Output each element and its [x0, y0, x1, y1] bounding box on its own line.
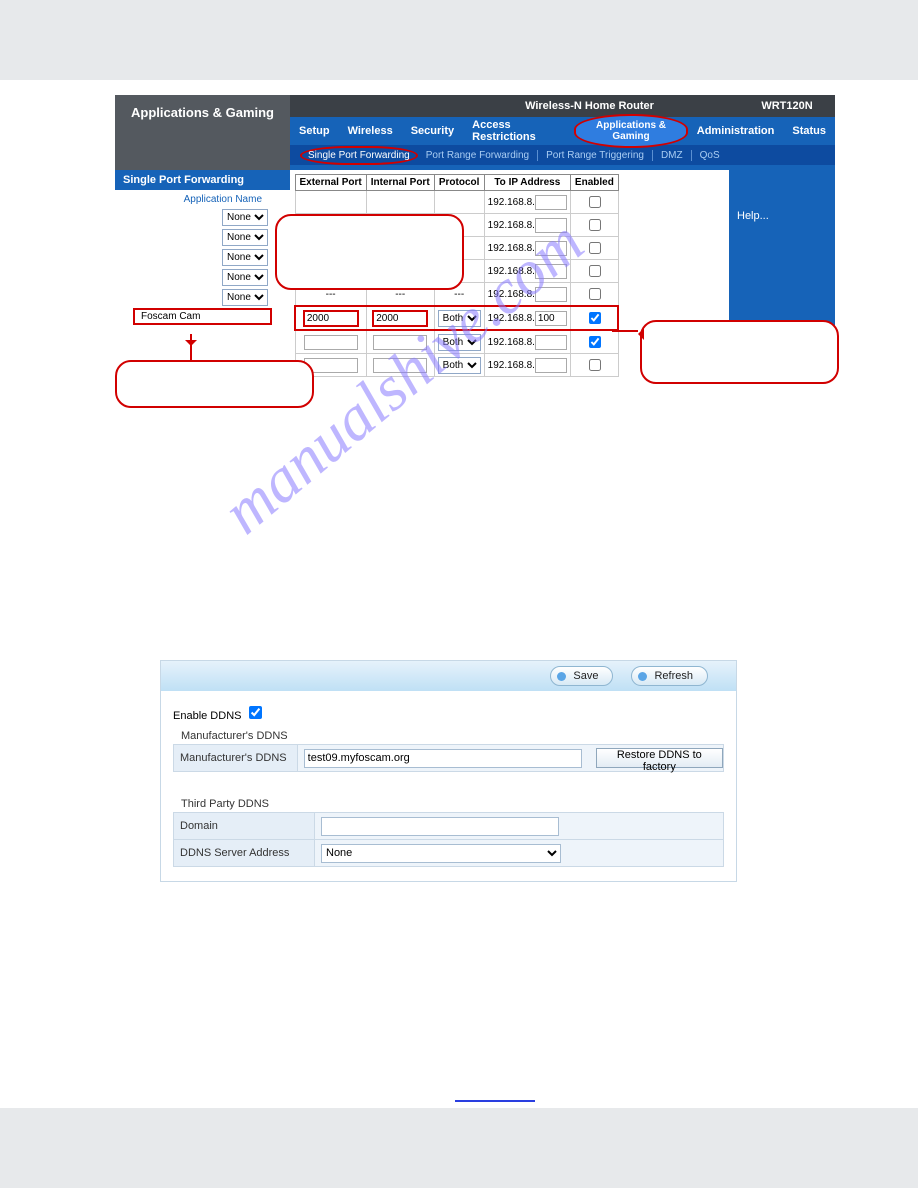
- tab-apps-gaming[interactable]: Applications & Gaming: [574, 114, 687, 148]
- ip-prefix: 192.168.8.: [488, 243, 535, 254]
- arrow-right-icon: [632, 328, 644, 340]
- callout-box-1: [275, 214, 464, 290]
- table-row: Both 192.168.8.: [295, 330, 618, 354]
- tab-wireless[interactable]: Wireless: [339, 125, 402, 137]
- enable-checkbox[interactable]: [589, 242, 601, 254]
- domain-row: Domain: [173, 812, 724, 840]
- enable-ddns-label: Enable DDNS: [173, 710, 241, 722]
- ext-port-input[interactable]: [304, 335, 358, 350]
- table-row: Both 192.168.8.: [295, 354, 618, 377]
- ip-prefix: 192.168.8.: [488, 220, 535, 231]
- arrow-down-icon: [185, 340, 197, 352]
- domain-label: Domain: [174, 813, 315, 839]
- restore-ddns-button[interactable]: Restore DDNS to factory: [596, 748, 723, 768]
- enable-checkbox[interactable]: [589, 359, 601, 371]
- server-row: DDNS Server Address None: [173, 840, 724, 867]
- subtab-port-range-trig[interactable]: Port Range Triggering: [538, 150, 653, 161]
- appname-select-4[interactable]: None: [222, 269, 268, 286]
- protocol-select[interactable]: Both: [438, 310, 481, 327]
- appname-select-5[interactable]: None: [222, 289, 268, 306]
- enable-checkbox[interactable]: [589, 336, 601, 348]
- appname-select-3[interactable]: None: [222, 249, 268, 266]
- server-label: DDNS Server Address: [174, 840, 315, 866]
- ddns-toolbar: Save Refresh: [161, 661, 736, 691]
- ip-suffix-input[interactable]: [535, 264, 567, 279]
- table-section-title: Single Port Forwarding: [115, 170, 290, 190]
- router-titlebar: Wireless-N Home Router WRT120N: [290, 95, 835, 117]
- subtab-single-port[interactable]: Single Port Forwarding: [300, 146, 418, 165]
- ext-port-input[interactable]: [303, 310, 359, 327]
- col-ip: To IP Address: [484, 175, 570, 191]
- tab-access[interactable]: Access Restrictions: [463, 119, 574, 143]
- manu-ddns-row: Manufacturer's DDNS Restore DDNS to fact…: [173, 744, 724, 772]
- main-tabs: Setup Wireless Security Access Restricti…: [290, 117, 835, 145]
- model-name: WRT120N: [747, 95, 827, 117]
- refresh-button[interactable]: Refresh: [631, 666, 708, 686]
- ip-prefix: 192.168.8.: [488, 197, 535, 208]
- subtab-dmz[interactable]: DMZ: [653, 150, 692, 161]
- ip-prefix: 192.168.8.: [488, 289, 535, 300]
- sub-tabs: Single Port Forwarding Port Range Forwar…: [290, 145, 835, 165]
- callout-box-3: [640, 320, 839, 384]
- ip-prefix: 192.168.8.: [488, 360, 535, 371]
- appname-select-2[interactable]: None: [222, 229, 268, 246]
- int-port-input[interactable]: [373, 335, 427, 350]
- ddns-panel: Save Refresh Enable DDNS Manufacturer's …: [160, 660, 737, 882]
- ip-suffix-input[interactable]: [535, 358, 567, 373]
- tab-admin[interactable]: Administration: [688, 125, 784, 137]
- router-section-title: Applications & Gaming: [115, 95, 290, 170]
- enable-ddns-line: Enable DDNS: [173, 703, 724, 722]
- help-link[interactable]: Help...: [737, 210, 769, 222]
- ip-suffix-input[interactable]: [535, 195, 567, 210]
- ip-suffix-input[interactable]: [535, 218, 567, 233]
- ip-suffix-input[interactable]: [535, 311, 567, 326]
- save-button[interactable]: Save: [550, 666, 613, 686]
- ip-prefix: 192.168.8.: [488, 313, 535, 324]
- app-name-header: Application Name: [115, 190, 290, 209]
- enable-checkbox[interactable]: [589, 312, 601, 324]
- ip-suffix-input[interactable]: [535, 335, 567, 350]
- ip-suffix-input[interactable]: [535, 287, 567, 302]
- tab-setup[interactable]: Setup: [290, 125, 339, 137]
- section-text: Applications & Gaming: [131, 105, 274, 120]
- appname-select-1[interactable]: None: [222, 209, 268, 226]
- third-party-section: Third Party DDNS: [181, 798, 724, 810]
- ip-suffix-input[interactable]: [535, 241, 567, 256]
- manu-ddns-label: Manufacturer's DDNS: [174, 745, 298, 771]
- tab-security[interactable]: Security: [402, 125, 463, 137]
- int-port-input[interactable]: [372, 310, 428, 327]
- ip-prefix: 192.168.8.: [488, 266, 535, 277]
- ip-prefix: 192.168.8.: [488, 337, 535, 348]
- foscam-row: Both 192.168.8.: [295, 306, 618, 330]
- page-top-bar: [0, 0, 918, 80]
- subtab-port-range-fwd[interactable]: Port Range Forwarding: [418, 150, 538, 161]
- col-en: Enabled: [570, 175, 618, 191]
- enable-checkbox[interactable]: [589, 196, 601, 208]
- foscam-cam-input[interactable]: Foscam Cam: [133, 308, 272, 325]
- int-port-input[interactable]: [373, 358, 427, 373]
- enable-ddns-checkbox[interactable]: [249, 706, 262, 719]
- enable-checkbox[interactable]: [589, 219, 601, 231]
- manu-ddns-input[interactable]: [304, 749, 582, 768]
- col-int: Internal Port: [366, 175, 434, 191]
- enable-checkbox[interactable]: [589, 288, 601, 300]
- protocol-select[interactable]: Both: [438, 334, 481, 351]
- col-ext: External Port: [295, 175, 366, 191]
- manu-ddns-section: Manufacturer's DDNS: [181, 730, 724, 742]
- subtab-qos[interactable]: QoS: [692, 150, 728, 161]
- page-bottom-bar: [0, 1108, 918, 1188]
- col-proto: Protocol: [434, 175, 484, 191]
- footer-link-underline: [455, 1098, 535, 1102]
- tab-status[interactable]: Status: [783, 125, 835, 137]
- product-name: Wireless-N Home Router: [525, 100, 654, 112]
- table-row: 192.168.8.: [295, 191, 618, 214]
- protocol-select[interactable]: Both: [438, 357, 481, 374]
- server-select[interactable]: None: [321, 844, 561, 863]
- domain-input[interactable]: [321, 817, 559, 836]
- enable-checkbox[interactable]: [589, 265, 601, 277]
- callout-box-2: [115, 360, 314, 408]
